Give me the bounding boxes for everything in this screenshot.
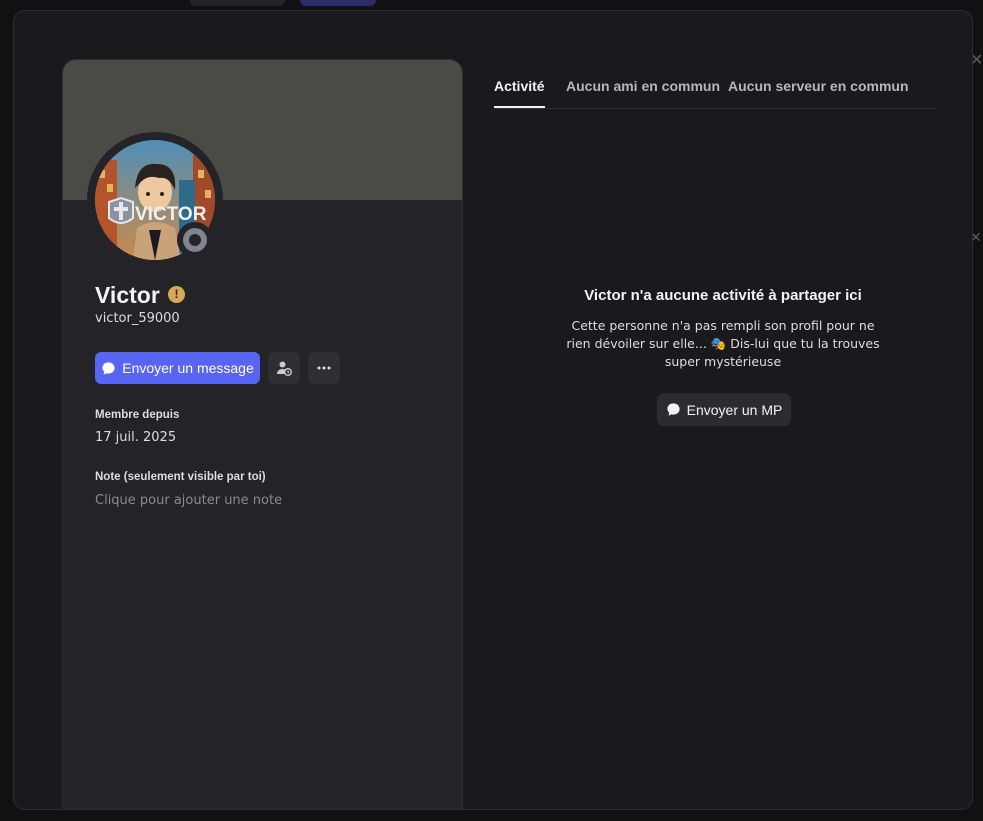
add-friend-button[interactable]: [268, 352, 300, 384]
send-message-button[interactable]: Envoyer un message: [95, 352, 260, 384]
username: victor_59000: [95, 311, 180, 326]
member-since-label: Membre depuis: [95, 409, 180, 421]
status-offline-icon: [177, 222, 213, 258]
note-input[interactable]: [95, 490, 425, 510]
tab-mutual-friends[interactable]: Aucun ami en commun: [566, 78, 720, 94]
activity-empty-text: Cette personne n'a pas rempli son profil…: [566, 318, 880, 369]
tab-activity[interactable]: Activité: [494, 78, 545, 108]
chat-bubble-icon: [102, 361, 115, 375]
background-tab: [190, 0, 285, 6]
avatar[interactable]: VICTOR: [87, 132, 223, 268]
more-options-button[interactable]: [308, 352, 340, 384]
tab-mutual-servers[interactable]: Aucun serveur en commun: [728, 78, 909, 94]
member-since-value: 17 juil. 2025: [95, 430, 177, 445]
warning-icon[interactable]: !: [168, 286, 185, 303]
profile-tabs: Activité Aucun ami en commun Aucun serve…: [494, 11, 936, 109]
user-profile-modal: VICTOR Victor ! victor_59000 Envoyer un …: [13, 10, 973, 810]
send-dm-button[interactable]: Envoyer un MP: [657, 393, 791, 426]
note-label: Note (seulement visible par toi): [95, 471, 266, 483]
background-tab-active: [300, 0, 376, 6]
send-message-label: Envoyer un message: [122, 360, 254, 376]
display-name: Victor: [95, 282, 160, 308]
chat-bubble-icon: [667, 403, 680, 416]
profile-panel: VICTOR Victor ! victor_59000 Envoyer un …: [62, 59, 463, 809]
send-dm-label: Envoyer un MP: [686, 401, 783, 418]
more-icon: [317, 366, 331, 370]
activity-empty-title: Victor n'a aucune activité à partager ic…: [584, 287, 862, 304]
add-friend-icon: [277, 361, 292, 376]
